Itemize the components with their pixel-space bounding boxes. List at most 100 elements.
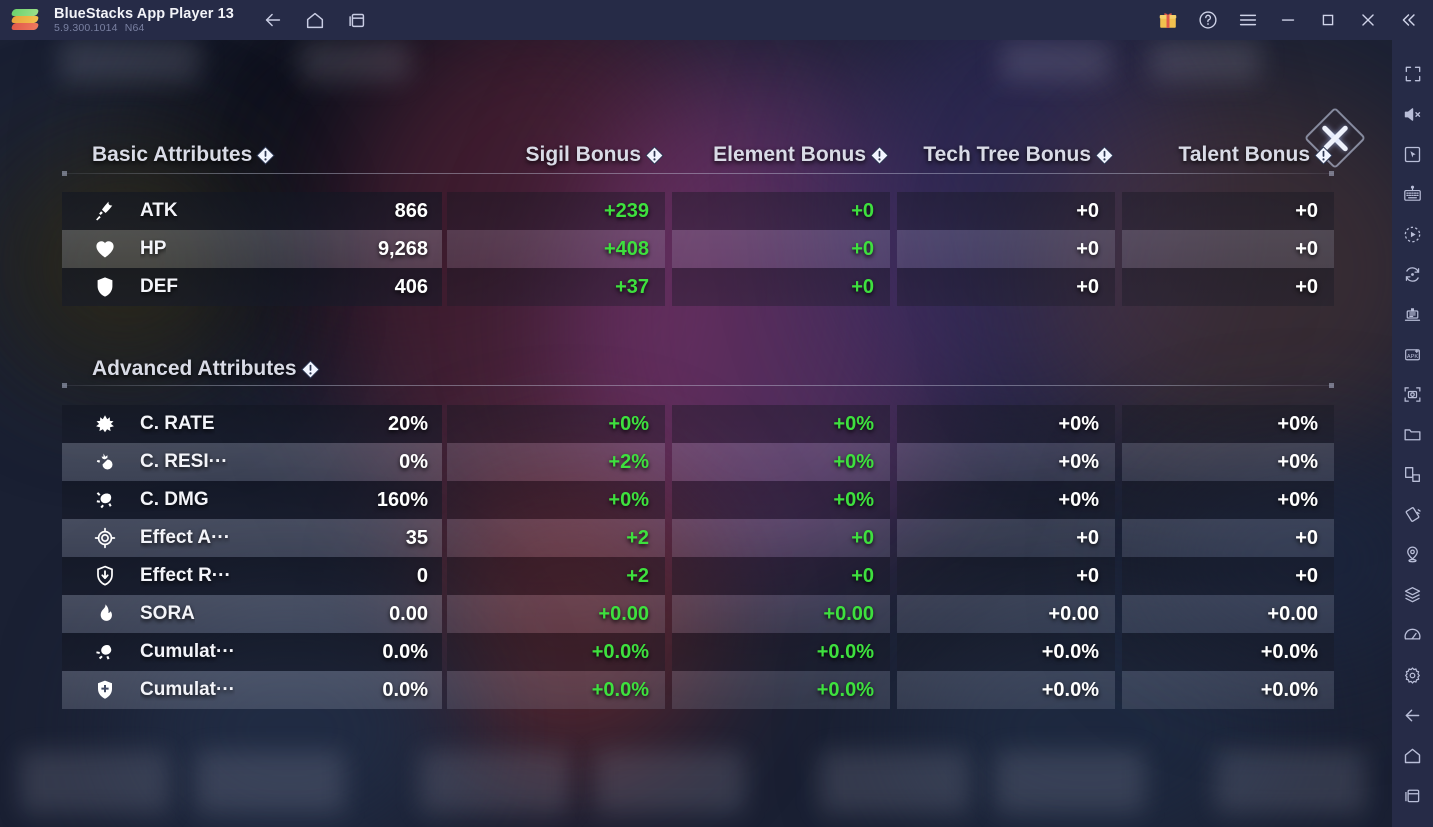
- row-label: DEF: [140, 276, 178, 297]
- info-diamond-icon[interactable]: [1313, 145, 1334, 166]
- bonus-cell: +0: [1122, 557, 1334, 595]
- row-value: 0.00: [389, 602, 428, 625]
- column-title-talent: Talent Bonus: [1178, 143, 1310, 166]
- bonus-cell: +408: [447, 230, 665, 268]
- bonus-cell: +0.0%: [1122, 671, 1334, 709]
- table-row[interactable]: DEF 406: [62, 268, 442, 306]
- app-title: BlueStacks App Player 13: [54, 5, 234, 22]
- column-title-element: Element Bonus: [713, 143, 866, 166]
- row-label: Effect A···: [140, 527, 231, 548]
- macro-play-icon[interactable]: [1392, 214, 1433, 254]
- arch-label: N64: [124, 21, 145, 34]
- table-row[interactable]: ATK 866: [62, 192, 442, 230]
- location-pin-icon[interactable]: [1392, 534, 1433, 574]
- recent-apps-icon[interactable]: [346, 9, 368, 31]
- install-apk-icon[interactable]: APK: [1392, 334, 1433, 374]
- rotate-icon[interactable]: [1392, 254, 1433, 294]
- bonus-cell: +2: [447, 557, 665, 595]
- app-version: 5.9.300.1014 N64: [54, 21, 234, 35]
- home-icon[interactable]: [1392, 735, 1433, 775]
- info-diamond-icon[interactable]: [1094, 145, 1115, 166]
- keyboard-controls-icon[interactable]: [1392, 174, 1433, 214]
- advanced-element-column: +0% +0% +0% +0 +0 +0.00 +0.0% +0.0%: [672, 405, 890, 709]
- back-arrow-icon[interactable]: [1392, 695, 1433, 735]
- bonus-cell: +0%: [672, 443, 890, 481]
- table-row[interactable]: HP 9,268: [62, 230, 442, 268]
- bonus-cell: +0%: [672, 405, 890, 443]
- screen-split-icon[interactable]: [1392, 454, 1433, 494]
- help-circle-icon[interactable]: [1197, 9, 1219, 31]
- gauge-meter-icon[interactable]: [1392, 614, 1433, 654]
- bonus-cell: +0.0%: [897, 671, 1115, 709]
- table-row[interactable]: SORA 0.00: [62, 595, 442, 633]
- row-value: 866: [394, 199, 428, 222]
- divider-advanced: [62, 383, 1334, 388]
- bonus-cell: +0: [897, 519, 1115, 557]
- title-texts: BlueStacks App Player 13 5.9.300.1014 N64: [54, 6, 234, 35]
- section-title-basic: Basic Attributes: [92, 143, 253, 166]
- bonus-cell: +0%: [897, 405, 1115, 443]
- shake-icon[interactable]: [1392, 494, 1433, 534]
- row-value: 9,268: [377, 237, 428, 260]
- row-value: 406: [394, 275, 428, 298]
- basic-name-column: ATK 866 HP 9,268 DEF 406: [62, 192, 442, 306]
- bonus-cell: +0.00: [897, 595, 1115, 633]
- info-diamond-icon[interactable]: [644, 145, 665, 166]
- collapse-chevrons-icon[interactable]: [1397, 9, 1419, 31]
- bonus-cell: +0%: [447, 481, 665, 519]
- gift-icon[interactable]: [1157, 9, 1179, 31]
- close-icon[interactable]: [1357, 9, 1379, 31]
- bluestacks-sidebar: APK: [1392, 40, 1433, 827]
- bonus-cell: +0.0%: [447, 633, 665, 671]
- advanced-techtree-column: +0% +0% +0% +0 +0 +0.00 +0.0% +0.0%: [897, 405, 1115, 709]
- bonus-cell: +0.0%: [1122, 633, 1334, 671]
- crit-damage-icon: [92, 487, 118, 513]
- multi-instance-icon[interactable]: [1392, 294, 1433, 334]
- table-row[interactable]: Effect R··· 0: [62, 557, 442, 595]
- row-label: C. RATE: [140, 413, 215, 434]
- back-arrow-icon[interactable]: [262, 9, 284, 31]
- layers-icon[interactable]: [1392, 574, 1433, 614]
- hamburger-menu-icon[interactable]: [1237, 9, 1259, 31]
- table-row[interactable]: Effect A··· 35: [62, 519, 442, 557]
- screenshot-icon[interactable]: [1392, 374, 1433, 414]
- bonus-cell: +0: [897, 268, 1115, 306]
- column-header-techtree: Tech Tree Bonus: [897, 143, 1115, 167]
- info-diamond-icon[interactable]: [869, 145, 890, 166]
- divider-basic: [62, 171, 1334, 176]
- table-row[interactable]: C. DMG 160%: [62, 481, 442, 519]
- table-row[interactable]: C. RESI··· 0%: [62, 443, 442, 481]
- bluestacks-logo-icon: [10, 9, 40, 31]
- effect-acc-icon: [92, 525, 118, 551]
- table-row[interactable]: Cumulat··· 0.0%: [62, 671, 442, 709]
- bonus-cell: +0%: [897, 481, 1115, 519]
- gear-icon[interactable]: [1392, 655, 1433, 695]
- row-value: 0.0%: [382, 640, 428, 663]
- column-title-techtree: Tech Tree Bonus: [923, 143, 1091, 166]
- recent-apps-icon[interactable]: [1392, 775, 1433, 815]
- table-row[interactable]: C. RATE 20%: [62, 405, 442, 443]
- bonus-cell: +0%: [897, 443, 1115, 481]
- info-diamond-icon[interactable]: [255, 145, 276, 166]
- bonus-cell: +0%: [672, 481, 890, 519]
- advanced-sigil-column: +0% +2% +0% +2 +2 +0.00 +0.0% +0.0%: [447, 405, 665, 709]
- home-icon[interactable]: [304, 9, 326, 31]
- bonus-cell: +0.0%: [897, 633, 1115, 671]
- column-header-talent: Talent Bonus: [1122, 143, 1334, 167]
- cursor-pointer-icon[interactable]: [1392, 134, 1433, 174]
- bonus-cell: +0.0%: [672, 633, 890, 671]
- row-value: 35: [405, 526, 428, 549]
- row-label: SORA: [140, 603, 195, 624]
- mute-speaker-icon[interactable]: [1392, 94, 1433, 134]
- bonus-cell: +0%: [1122, 405, 1334, 443]
- cumul-reduce-icon: [92, 677, 118, 703]
- row-label: Effect R···: [140, 565, 231, 586]
- media-folder-icon[interactable]: [1392, 414, 1433, 454]
- maximize-icon[interactable]: [1317, 9, 1339, 31]
- minimize-icon[interactable]: [1277, 9, 1299, 31]
- row-value: 160%: [376, 488, 428, 511]
- table-row[interactable]: Cumulat··· 0.0%: [62, 633, 442, 671]
- fullscreen-icon[interactable]: [1392, 54, 1433, 94]
- info-diamond-icon[interactable]: [300, 359, 321, 380]
- bonus-cell: +0: [897, 192, 1115, 230]
